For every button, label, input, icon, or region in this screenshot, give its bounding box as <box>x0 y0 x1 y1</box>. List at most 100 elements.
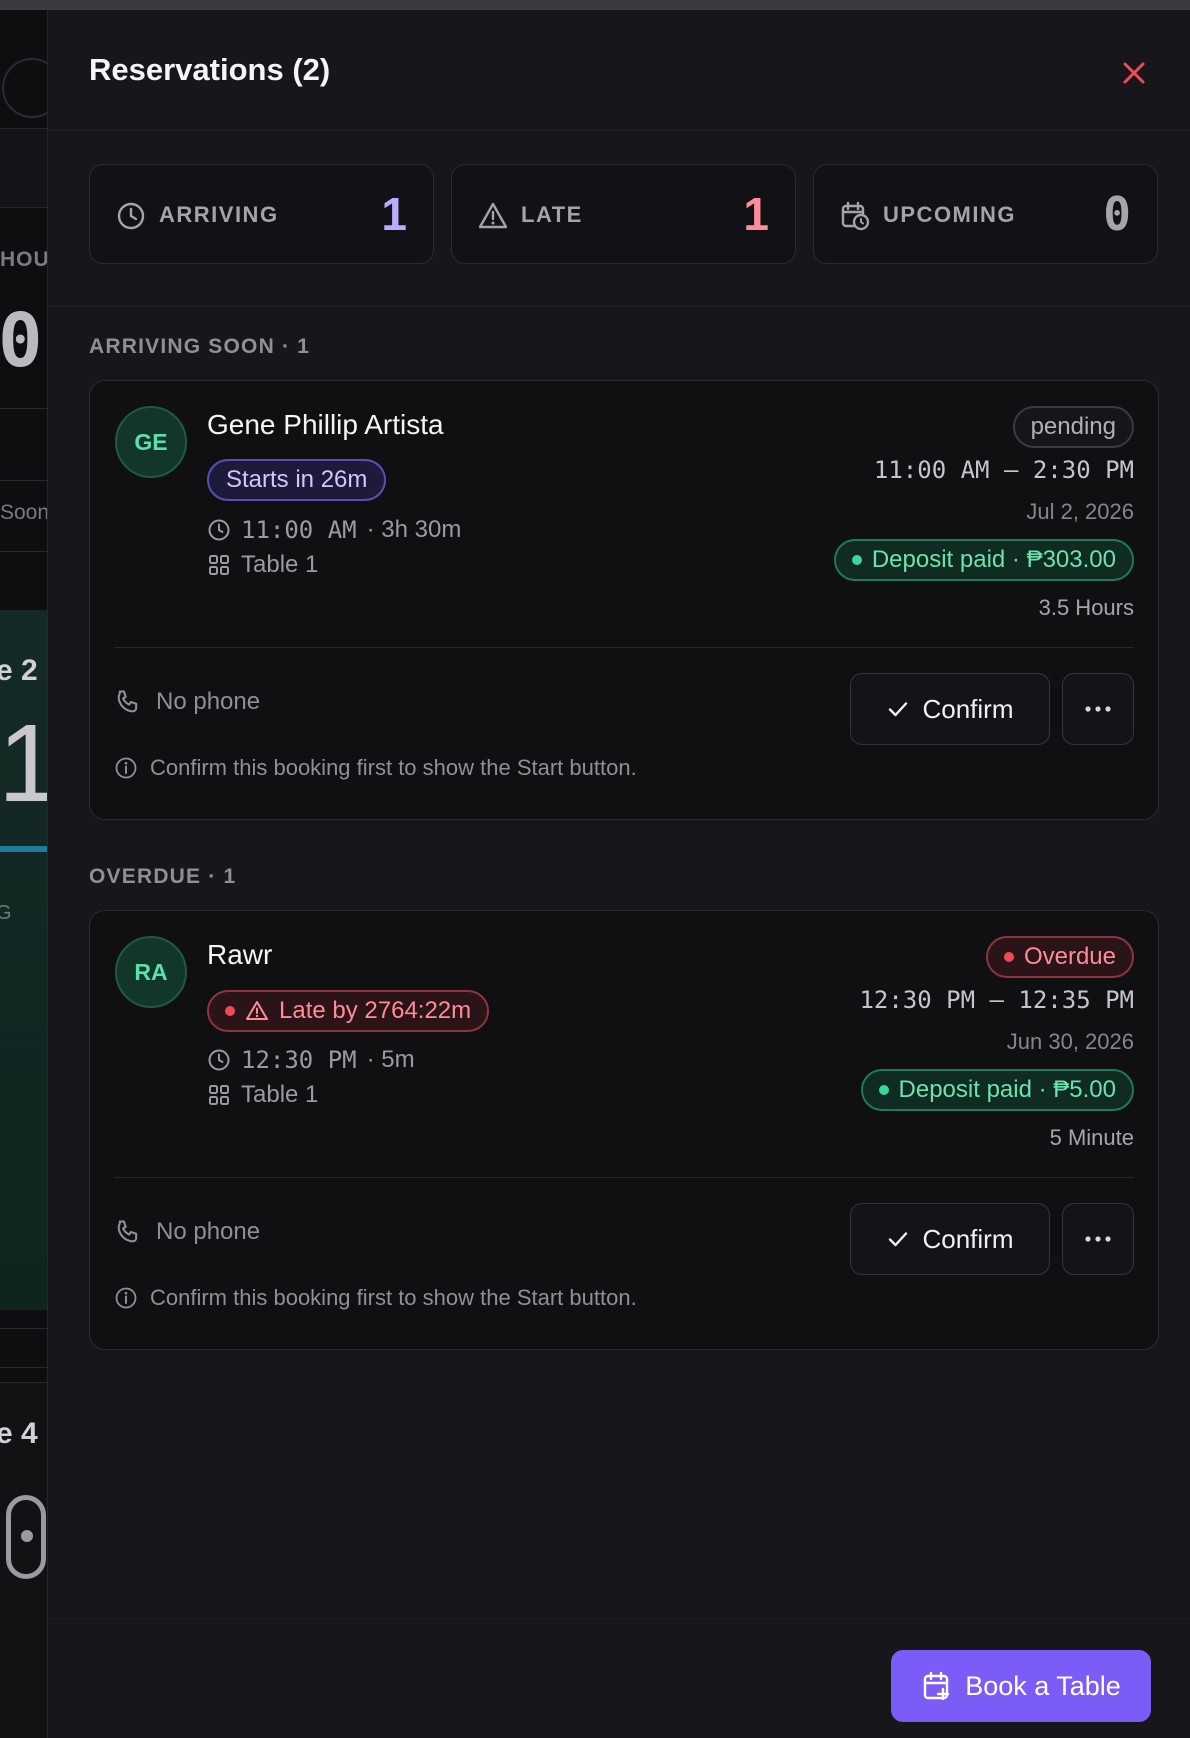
status-label: Overdue <box>1023 943 1116 970</box>
reservation-table: Table 1 <box>207 551 318 579</box>
stat-arriving[interactable]: ARRIVING 1 <box>89 164 434 264</box>
bg-label-hou: HOU <box>0 248 47 271</box>
book-table-label: Book a Table <box>965 1670 1121 1701</box>
bg-zero-shape <box>6 1495 46 1579</box>
overdue-dot <box>1003 952 1014 962</box>
hint-text: Confirm this booking first to show the S… <box>150 755 637 780</box>
phone-info: No phone <box>114 1218 260 1246</box>
phone-label: No phone <box>156 688 261 715</box>
top-strip <box>0 0 1190 10</box>
reservation-time: 12:30 PM · 5m <box>207 1046 415 1074</box>
check-icon <box>889 1232 908 1247</box>
bg-green-panel: e 2 1 G <box>0 610 47 1310</box>
deposit-dot <box>851 555 862 565</box>
duration-short: · 5m <box>366 1046 415 1073</box>
time-range: 11:00 AM – 2:30 PM <box>873 456 1134 484</box>
start-time: 12:30 PM <box>241 1046 357 1074</box>
confirm-label: Confirm <box>922 1223 1014 1254</box>
phone-icon <box>117 690 138 713</box>
starts-in-chip: Starts in 26m <box>207 459 387 501</box>
close-icon <box>1123 62 1145 84</box>
stat-label: UPCOMING <box>883 202 1016 227</box>
bg-panel <box>0 128 47 208</box>
bg-label-e2: e 2 <box>0 654 38 687</box>
info-icon <box>115 757 137 779</box>
stat-label: ARRIVING <box>159 202 279 227</box>
clock-icon <box>117 202 145 230</box>
phone-info: No phone <box>114 688 260 716</box>
card-divider <box>114 647 1134 648</box>
reservation-card[interactable]: GE Gene Phillip Artista Starts in 26m 11… <box>89 380 1159 820</box>
drawer-title: Reservations (2) <box>89 52 331 87</box>
section-divider <box>48 306 1190 307</box>
confirm-button[interactable]: Confirm <box>850 673 1050 745</box>
stat-value: 0 <box>1103 187 1131 241</box>
section-title-overdue: OVERDUE · 1 <box>89 865 237 888</box>
start-time: 11:00 AM <box>241 516 357 544</box>
reservation-card[interactable]: RA Rawr Late by 2764:22m 12:30 PM · 5m T… <box>89 910 1159 1350</box>
time-range: 12:30 PM – 12:35 PM <box>859 986 1134 1014</box>
alert-triangle-icon <box>246 1001 268 1020</box>
clock-icon <box>208 519 230 541</box>
clock-icon <box>208 1049 230 1071</box>
deposit-label: Deposit paid · ₱5.00 <box>898 1076 1116 1103</box>
grid-icon <box>209 1085 229 1105</box>
bg-label-g: G <box>0 902 12 924</box>
bg-progress-bar <box>0 846 47 852</box>
bg-avatar <box>2 58 47 118</box>
deposit-badge: Deposit paid · ₱303.00 <box>833 539 1134 581</box>
check-icon <box>889 702 908 717</box>
more-horizontal-icon <box>1085 1236 1111 1242</box>
stat-upcoming[interactable]: UPCOMING 0 <box>813 164 1158 264</box>
calendar-clock-icon <box>841 201 870 231</box>
grid-icon <box>209 555 229 575</box>
reservation-table: Table 1 <box>207 1081 318 1109</box>
card-divider <box>114 1177 1134 1178</box>
close-button[interactable] <box>1117 56 1151 90</box>
calendar-plus-icon <box>923 1671 950 1701</box>
reservation-date: Jun 30, 2026 <box>1006 1029 1134 1054</box>
stat-label: LATE <box>521 202 583 227</box>
alert-triangle-icon <box>478 202 508 229</box>
duration-label: 5 Minute <box>1049 1125 1134 1150</box>
stats-row: ARRIVING 1 LATE 1 UPCOMING 0 <box>89 164 1159 274</box>
table-label: Table 1 <box>241 1081 319 1108</box>
stat-value: 1 <box>743 188 769 240</box>
drawer-header: Reservations (2) <box>48 10 1190 131</box>
hint-text: Confirm this booking first to show the S… <box>150 1285 637 1310</box>
guest-name: Gene Phillip Artista <box>207 409 444 440</box>
more-horizontal-icon <box>1085 706 1111 712</box>
guest-name: Rawr <box>207 939 273 970</box>
avatar: GE <box>115 406 187 478</box>
background-app: HOU 0 Soon e 2 1 G e 4 <box>0 10 47 1738</box>
stat-value: 1 <box>381 188 407 240</box>
deposit-dot <box>878 1085 889 1095</box>
duration-label: 3.5 Hours <box>1038 595 1134 620</box>
info-icon <box>115 1287 137 1309</box>
reservations-drawer: Reservations (2) ARRIVING 1 LATE 1 UPCOM… <box>47 10 1190 1738</box>
reservation-time: 11:00 AM · 3h 30m <box>207 516 461 544</box>
duration-short: · 3h 30m <box>366 516 462 543</box>
confirm-label: Confirm <box>922 693 1014 724</box>
bg-panel <box>0 1328 47 1368</box>
phone-label: No phone <box>156 1218 261 1245</box>
table-label: Table 1 <box>241 551 319 578</box>
confirm-hint: Confirm this booking first to show the S… <box>114 755 637 781</box>
status-badge: Overdue <box>985 936 1134 978</box>
confirm-button[interactable]: Confirm <box>850 1203 1050 1275</box>
late-by-label: Late by 2764:22m <box>279 997 472 1024</box>
status-label: pending <box>1030 413 1116 440</box>
deposit-label: Deposit paid · ₱303.00 <box>871 546 1116 573</box>
bg-big-one: 1 <box>0 702 47 825</box>
more-options-button[interactable] <box>1062 1203 1134 1275</box>
bg-big-zero: 0 <box>0 298 43 384</box>
bg-panel: e 4 <box>0 1382 47 1738</box>
stat-late[interactable]: LATE 1 <box>451 164 796 264</box>
bg-label-soon: Soon <box>0 501 47 524</box>
deposit-badge: Deposit paid · ₱5.00 <box>860 1069 1134 1111</box>
book-table-button[interactable]: Book a Table <box>891 1650 1151 1722</box>
confirm-hint: Confirm this booking first to show the S… <box>114 1285 637 1311</box>
more-options-button[interactable] <box>1062 673 1134 745</box>
reservation-date: Jul 2, 2026 <box>1026 499 1134 524</box>
late-by-chip: Late by 2764:22m <box>207 990 490 1032</box>
